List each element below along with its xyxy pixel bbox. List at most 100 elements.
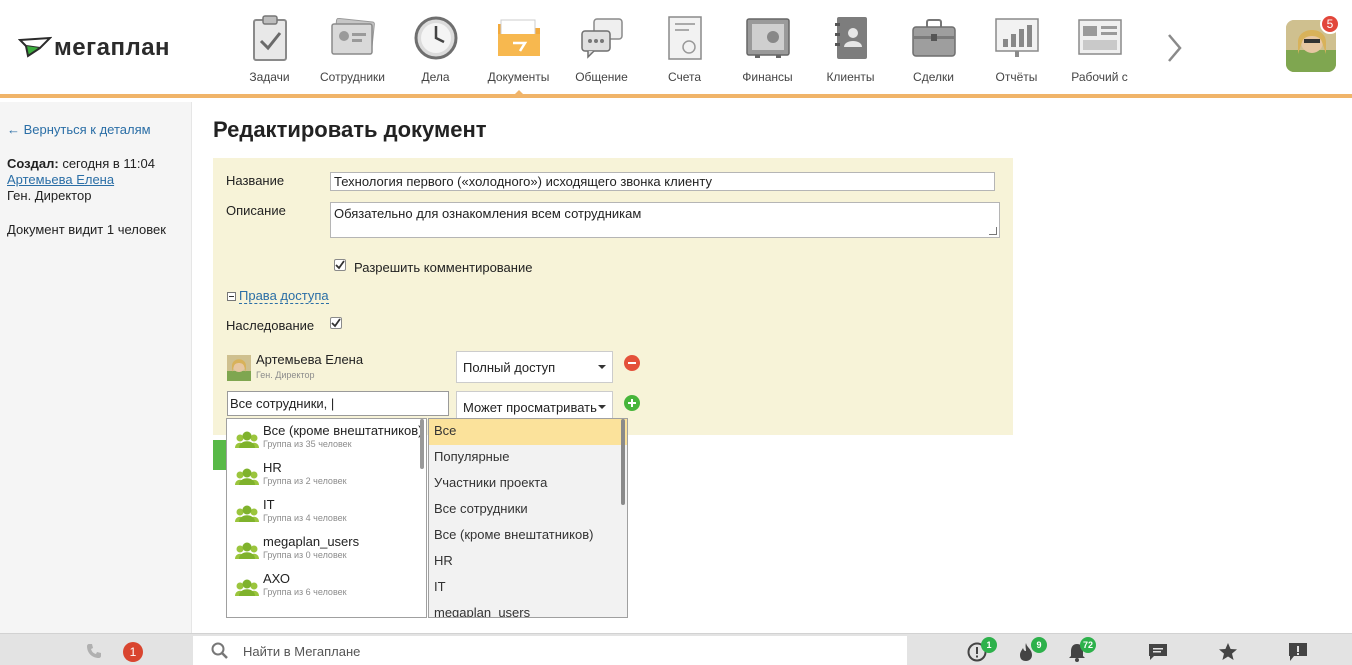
access-user-role: Ген. Директор bbox=[256, 370, 315, 380]
resize-handle-icon[interactable] bbox=[989, 227, 997, 235]
list-item[interactable]: megaplan_users bbox=[429, 601, 627, 617]
tasks-clipboard-icon bbox=[246, 14, 294, 62]
nav-item-finances[interactable]: Финансы bbox=[726, 0, 809, 94]
list-item[interactable]: АХО Группа из 6 человек bbox=[227, 567, 426, 604]
nav-label: Финансы bbox=[742, 70, 793, 84]
nav-label: Общение bbox=[575, 70, 628, 84]
checkmark-icon bbox=[335, 260, 345, 270]
inheritance-label: Наследование bbox=[226, 318, 315, 333]
description-label: Описание bbox=[226, 203, 286, 218]
visibility-info: Документ видит 1 человек bbox=[7, 222, 166, 237]
scrollbar-thumb[interactable] bbox=[420, 419, 424, 469]
nav-next-arrow-icon[interactable] bbox=[1160, 30, 1188, 66]
alerts-badge: 1 bbox=[981, 637, 997, 653]
paper-plane-logo-icon bbox=[17, 34, 53, 62]
star-icon[interactable] bbox=[1217, 641, 1239, 663]
top-header: мегаплан Задачи Сотрудники Дела Документ… bbox=[0, 0, 1352, 98]
phone-icon[interactable] bbox=[86, 643, 102, 659]
missed-calls-badge[interactable]: 1 bbox=[123, 642, 143, 662]
notification-badge[interactable]: 5 bbox=[1320, 14, 1340, 34]
group-name: megaplan_users bbox=[263, 534, 360, 549]
logo-text: мегаплан bbox=[54, 34, 171, 61]
document-description-textarea[interactable]: Обязательно для ознакомления всем сотруд… bbox=[330, 202, 1000, 238]
list-item[interactable]: Популярные bbox=[429, 445, 627, 471]
dashboard-icon bbox=[1076, 14, 1124, 62]
author-role: Ген. Директор bbox=[7, 188, 92, 203]
nav-label: Дела bbox=[421, 70, 450, 84]
group-icon bbox=[235, 579, 259, 597]
group-size: Группа из 4 человек bbox=[263, 513, 347, 523]
list-item-selected[interactable]: Все bbox=[429, 419, 627, 445]
messages-icon[interactable] bbox=[1147, 641, 1169, 663]
list-item[interactable]: megaplan_users Группа из 0 человек bbox=[227, 530, 426, 567]
group-icon bbox=[235, 468, 259, 486]
report-chart-icon bbox=[993, 14, 1041, 62]
hot-items-badge: 9 bbox=[1031, 637, 1047, 653]
list-item[interactable]: Участники проекта bbox=[429, 471, 627, 497]
created-value: сегодня в 11:04 bbox=[58, 156, 155, 171]
group-name: АХО bbox=[263, 571, 291, 586]
nav-label: Отчёты bbox=[995, 70, 1038, 84]
access-user-name[interactable]: Артемьева Елена bbox=[256, 352, 363, 367]
group-name: IT bbox=[263, 497, 275, 512]
list-item[interactable]: Все (кроме внештатников) Группа из 35 че… bbox=[227, 419, 426, 456]
nav-item-communication[interactable]: Общение bbox=[560, 0, 643, 94]
nav-item-invoices[interactable]: Счета bbox=[643, 0, 726, 94]
access-rights-toggle[interactable]: Права доступа bbox=[227, 288, 329, 304]
bottom-bar: 1 Найти в Мегаплане 1 9 72 bbox=[0, 633, 1352, 665]
group-name: Все (кроме внештатников) bbox=[263, 423, 423, 438]
list-item[interactable]: IT bbox=[429, 575, 627, 601]
allow-comments-label: Разрешить комментирование bbox=[354, 260, 533, 275]
nav-item-clients[interactable]: Клиенты bbox=[809, 0, 892, 94]
nav-item-employees[interactable]: Сотрудники bbox=[311, 0, 394, 94]
document-form: Название Описание Обязательно для ознако… bbox=[213, 158, 1013, 435]
nav-label: Счета bbox=[667, 70, 702, 84]
list-item[interactable]: HR bbox=[429, 549, 627, 575]
nav-item-documents[interactable]: Документы bbox=[477, 0, 560, 94]
permission-select-full[interactable]: Полный доступ bbox=[456, 351, 613, 383]
author-link[interactable]: Артемьева Елена bbox=[7, 172, 114, 187]
nav-item-tasks[interactable]: Задачи bbox=[228, 0, 311, 94]
notifications-badge: 72 bbox=[1080, 637, 1097, 653]
main-navigation: Задачи Сотрудники Дела Документы Общение bbox=[228, 0, 1153, 94]
back-to-details-link[interactable]: ← Вернуться к деталям bbox=[7, 122, 151, 137]
nav-item-deals-todo[interactable]: Дела bbox=[394, 0, 477, 94]
list-item[interactable]: HR Группа из 2 человек bbox=[227, 456, 426, 493]
nav-item-deals[interactable]: Сделки bbox=[892, 0, 975, 94]
employees-card-icon bbox=[329, 14, 377, 62]
page-title: Редактировать документ bbox=[213, 117, 487, 142]
remove-access-button[interactable] bbox=[624, 355, 640, 371]
document-name-input[interactable] bbox=[330, 172, 995, 191]
nav-label: Документы bbox=[487, 70, 550, 84]
description-text: Обязательно для ознакомления всем сотруд… bbox=[334, 206, 642, 221]
global-search-bar[interactable]: Найти в Мегаплане bbox=[193, 636, 907, 665]
filter-category-list: Все Популярные Участники проекта Все сот… bbox=[428, 418, 628, 618]
scrollbar-thumb[interactable] bbox=[621, 419, 625, 505]
group-size: Группа из 0 человек bbox=[263, 550, 347, 560]
inheritance-checkbox[interactable] bbox=[330, 317, 342, 329]
search-icon bbox=[211, 642, 228, 659]
chevron-down-icon bbox=[598, 365, 606, 369]
collapse-minus-icon bbox=[227, 291, 236, 301]
chat-bubbles-icon bbox=[578, 14, 626, 62]
group-name: HR bbox=[263, 460, 282, 475]
permission-select-value: Полный доступ bbox=[463, 359, 556, 375]
clock-icon bbox=[412, 14, 460, 62]
list-item[interactable]: Все (кроме внештатников) bbox=[429, 523, 627, 549]
allow-comments-checkbox[interactable] bbox=[334, 259, 346, 271]
list-item[interactable]: Все сотрудники bbox=[429, 497, 627, 523]
add-access-button[interactable] bbox=[624, 395, 640, 411]
access-rights-link[interactable]: Права доступа bbox=[239, 288, 329, 304]
created-label: Создал: bbox=[7, 156, 59, 171]
nav-item-workspace[interactable]: Рабочий с bbox=[1058, 0, 1141, 94]
feedback-icon[interactable] bbox=[1287, 641, 1309, 663]
nav-item-reports[interactable]: Отчёты bbox=[975, 0, 1058, 94]
group-size: Группа из 6 человек bbox=[263, 587, 347, 597]
nav-label: Сотрудники bbox=[320, 70, 385, 84]
group-size: Группа из 2 человек bbox=[263, 476, 347, 486]
list-item[interactable]: IT Группа из 4 человек bbox=[227, 493, 426, 530]
access-user-avatar bbox=[227, 355, 251, 381]
access-search-input[interactable] bbox=[227, 391, 449, 416]
created-info: Создал: сегодня в 11:04 Артемьева Елена … bbox=[7, 156, 155, 204]
megaplan-logo[interactable]: мегаплан bbox=[17, 34, 171, 62]
